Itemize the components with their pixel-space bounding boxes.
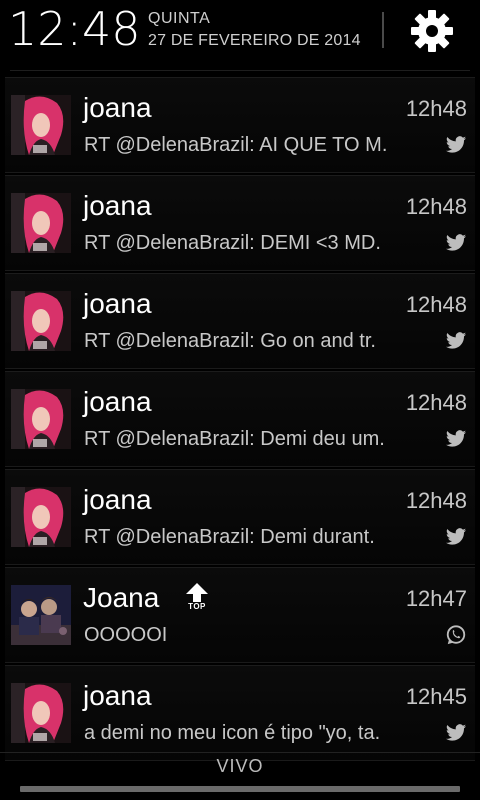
settings-button[interactable]: [404, 4, 460, 58]
whatsapp-icon: [446, 625, 466, 645]
notification-title: joana: [83, 190, 152, 221]
notification-item[interactable]: joana 12h48 RT @DelenaBrazil: Demi deu u…: [5, 371, 475, 467]
notification-time: 12h48: [405, 488, 467, 513]
status-header: 12:48 QUINTA 27 DE FEVEREIRO DE 2014: [0, 0, 480, 62]
notification-time: 12h48: [405, 390, 467, 415]
date-label: 27 DE FEVEREIRO DE 2014: [148, 32, 361, 49]
twitter-icon: [445, 430, 467, 447]
notification-item[interactable]: joana 12h48 RT @DelenaBrazil: Go on and …: [5, 273, 475, 369]
notification-text: a demi no meu icon é tipo "yo, ta.: [84, 722, 381, 744]
notification-list: joana 12h48 RT @DelenaBrazil: AI QUE TO …: [0, 77, 480, 763]
notification-item[interactable]: joana 12h45 a demi no meu icon é tipo "y…: [5, 665, 475, 761]
twitter-icon: [445, 136, 467, 153]
twitter-icon: [445, 528, 467, 545]
arrow-up-icon: [186, 583, 208, 602]
notification-text: OOOOOI: [84, 624, 168, 646]
notification-item[interactable]: Joana TOP 12h47 OOOOOI: [5, 567, 475, 663]
top-badge-label: TOP: [188, 602, 206, 611]
notification-text: RT @DelenaBrazil: DEMI <3 MD.: [84, 232, 381, 254]
header-divider: [382, 12, 384, 48]
avatar: [11, 193, 71, 253]
avatar: [11, 95, 71, 155]
twitter-icon: [445, 234, 467, 251]
avatar: [11, 487, 71, 547]
clock: 12:48: [8, 2, 141, 56]
notification-title: joana: [83, 484, 152, 515]
notification-time: 12h48: [405, 292, 467, 317]
gear-icon: [411, 10, 453, 52]
header-separator: [10, 70, 470, 71]
shade-drag-handle[interactable]: [20, 786, 460, 792]
notification-title: joana: [83, 680, 152, 711]
notification-item[interactable]: joana 12h48 RT @DelenaBrazil: AI QUE TO …: [5, 77, 475, 173]
notification-item[interactable]: joana 12h48 RT @DelenaBrazil: Demi duran…: [5, 469, 475, 565]
notification-item[interactable]: joana 12h48 RT @DelenaBrazil: DEMI <3 MD…: [5, 175, 475, 271]
notification-time: 12h48: [405, 96, 467, 121]
notification-text: RT @DelenaBrazil: Go on and tr.: [84, 330, 376, 352]
notification-shade: 12:48 QUINTA 27 DE FEVEREIRO DE 2014 joa…: [0, 0, 480, 800]
avatar: [11, 389, 71, 449]
notification-title: Joana: [83, 582, 160, 613]
notification-title: joana: [83, 288, 152, 319]
notification-title: joana: [83, 92, 152, 123]
day-label: QUINTA: [148, 10, 211, 27]
notification-text: RT @DelenaBrazil: Demi durant.: [84, 526, 375, 548]
notification-title: joana: [83, 386, 152, 417]
notification-time: 12h45: [405, 684, 467, 709]
notification-time: 12h48: [405, 194, 467, 219]
avatar: [11, 585, 71, 645]
twitter-icon: [445, 724, 467, 741]
top-badge: TOP: [183, 582, 211, 614]
notification-time: 12h47: [405, 586, 467, 611]
notification-text: RT @DelenaBrazil: AI QUE TO M.: [84, 134, 388, 156]
carrier-label: VIVO: [216, 756, 264, 776]
carrier-separator: [0, 752, 480, 753]
avatar: [11, 291, 71, 351]
notification-text: RT @DelenaBrazil: Demi deu um.: [84, 428, 385, 450]
twitter-icon: [445, 332, 467, 349]
avatar: [11, 683, 71, 743]
